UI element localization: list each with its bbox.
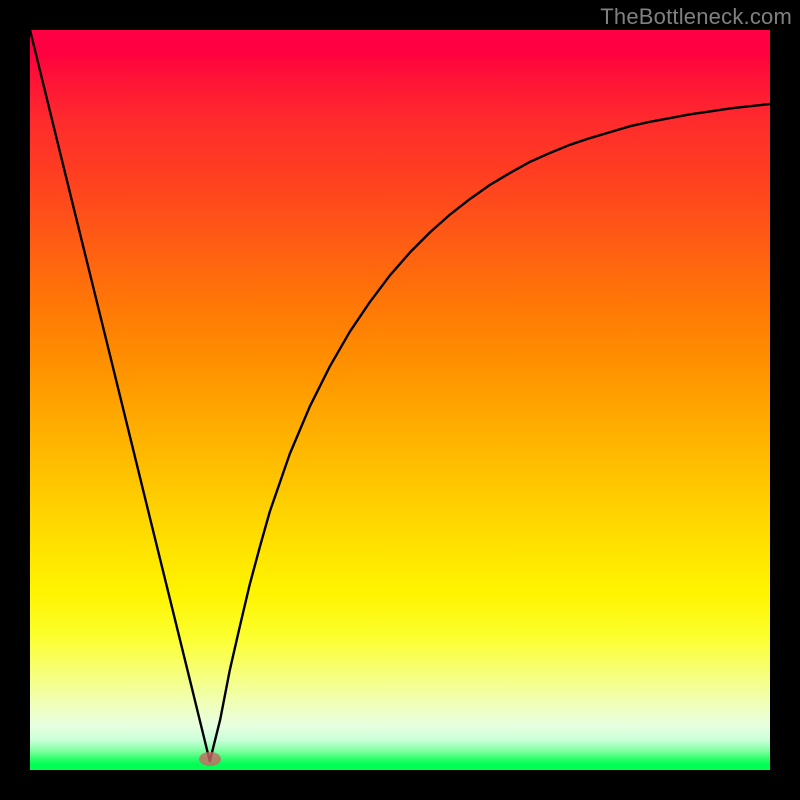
bottleneck-curve — [30, 30, 770, 761]
chart-plot-area — [30, 30, 770, 770]
watermark-text: TheBottleneck.com — [600, 4, 792, 30]
chart-frame: TheBottleneck.com — [0, 0, 800, 800]
bottleneck-marker — [199, 752, 221, 766]
chart-curve-svg — [30, 30, 770, 770]
